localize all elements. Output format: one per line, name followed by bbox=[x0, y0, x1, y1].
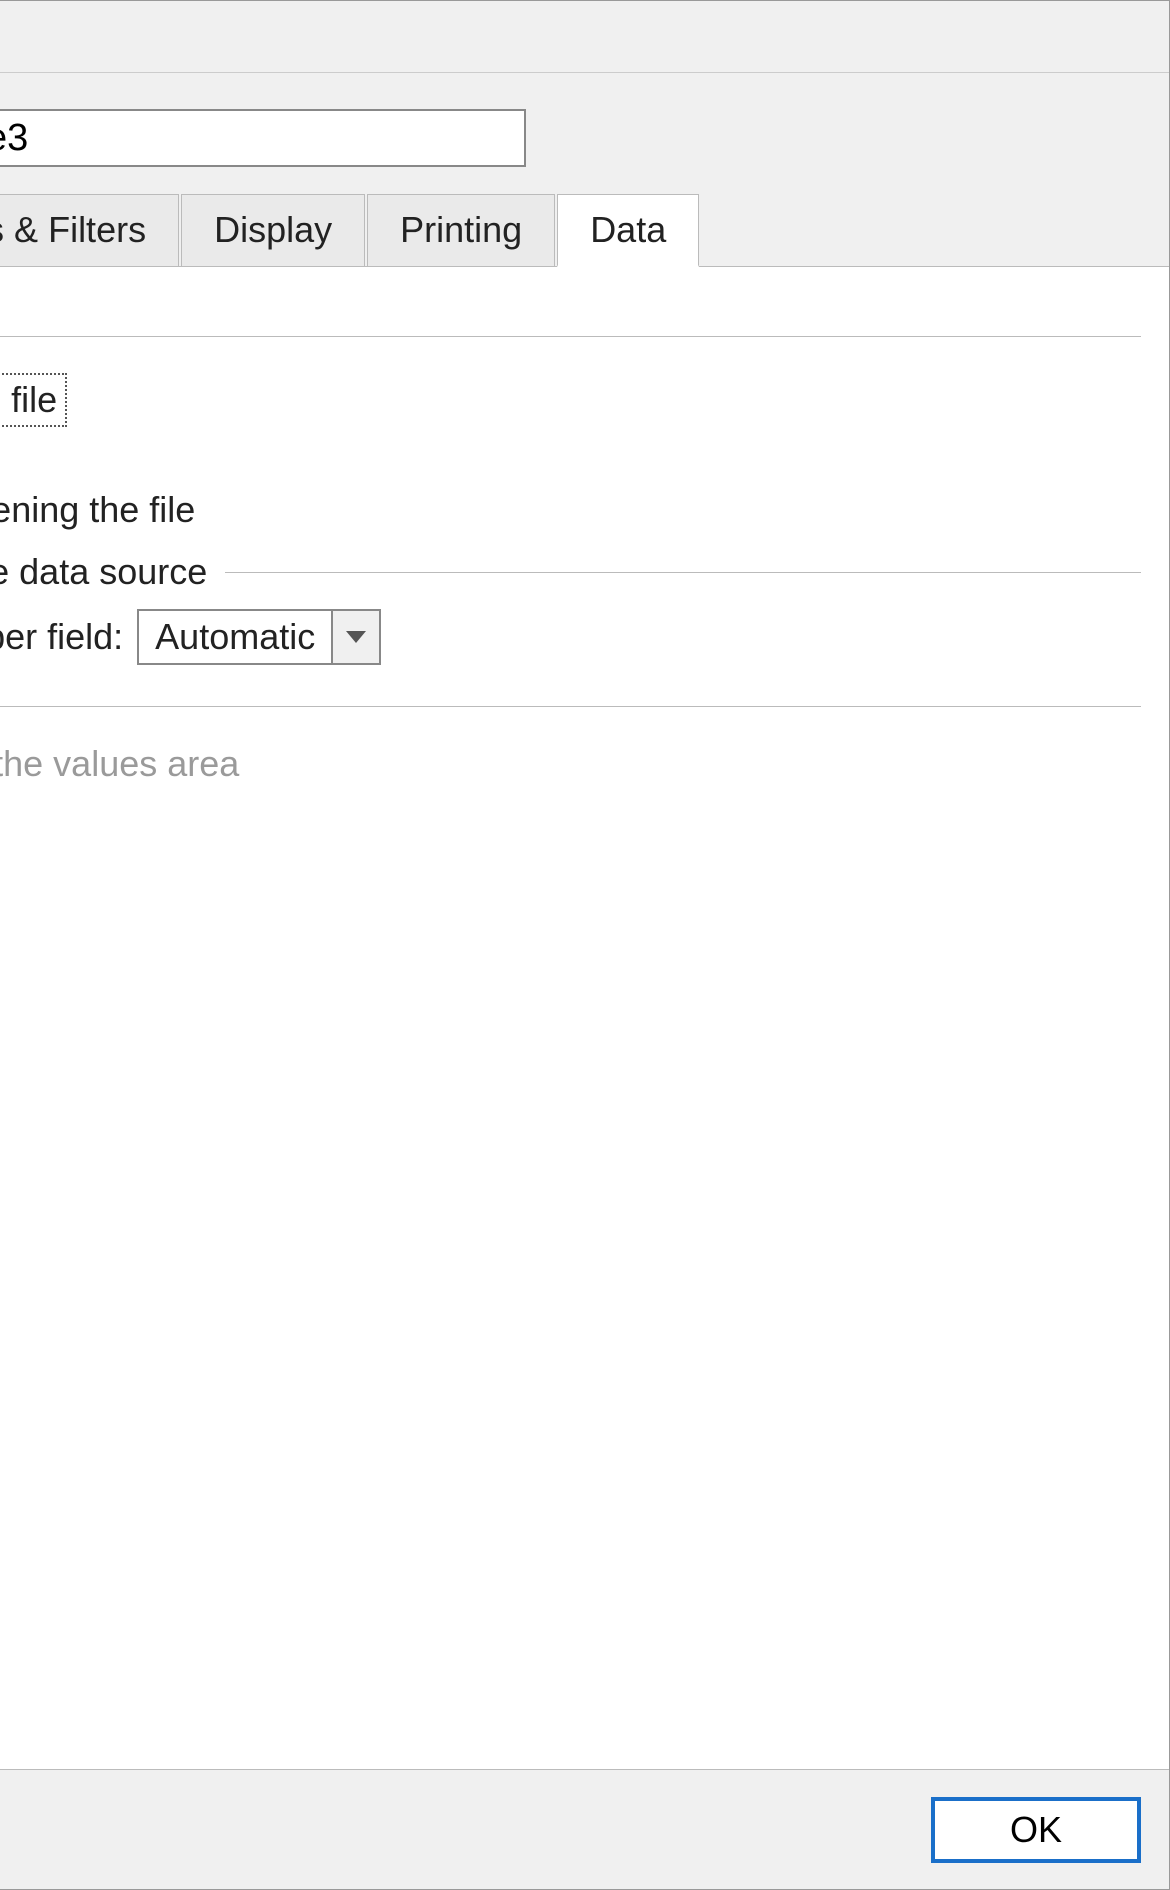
tab-display[interactable]: Display bbox=[181, 194, 365, 267]
retain-items-label: items to retain per field: bbox=[0, 616, 123, 658]
retain-items-value: Automatic bbox=[139, 611, 331, 663]
dialog-footer: fessor cel OK bbox=[0, 1769, 1169, 1889]
tab-printing[interactable]: Printing bbox=[367, 194, 555, 267]
retain-items-dropdown-button[interactable] bbox=[331, 611, 379, 663]
group-pivottable-data: ata bbox=[0, 315, 1141, 357]
retain-items-select[interactable]: Automatic bbox=[137, 609, 381, 665]
tab-totals-filters[interactable]: Totals & Filters bbox=[0, 194, 179, 267]
checkbox-enable-cell-editing: cell editing in the values area bbox=[0, 743, 1141, 785]
group-retain-items: deleted from the data source bbox=[0, 551, 1141, 593]
retain-items-row: items to retain per field: Automatic bbox=[0, 609, 1141, 665]
checkbox-enable-cell-editing-label: cell editing in the values area bbox=[0, 743, 239, 784]
checkbox-enable-show-details[interactable]: show details bbox=[0, 437, 1141, 479]
pivottable-options-dialog: ions ne: mat Totals & Filters Display Pr… bbox=[0, 0, 1170, 1890]
divider bbox=[225, 572, 1141, 573]
divider bbox=[0, 336, 1141, 337]
checkbox-refresh-on-open-label: data when opening the file bbox=[0, 489, 195, 530]
tab-data[interactable]: Data bbox=[557, 194, 699, 267]
group-whatif-analysis: ysis bbox=[0, 685, 1141, 727]
pivottable-name-row: ne: bbox=[0, 73, 1169, 193]
checkbox-refresh-on-open[interactable]: data when opening the file bbox=[0, 489, 1141, 531]
checkbox-save-source-data[interactable]: urce data with file bbox=[0, 373, 1141, 427]
dialog-title: ions bbox=[0, 1, 1169, 73]
ok-button[interactable]: OK bbox=[931, 1797, 1141, 1863]
chevron-down-icon bbox=[346, 631, 366, 643]
group-retain-items-label: deleted from the data source bbox=[0, 551, 207, 593]
divider bbox=[0, 706, 1141, 707]
checkbox-save-source-data-label: urce data with file bbox=[0, 373, 67, 427]
tab-data-panel: ata urce data with file show details dat… bbox=[0, 266, 1169, 1769]
tabs-row: mat Totals & Filters Display Printing Da… bbox=[0, 193, 1169, 266]
pivottable-name-input[interactable] bbox=[0, 109, 526, 167]
